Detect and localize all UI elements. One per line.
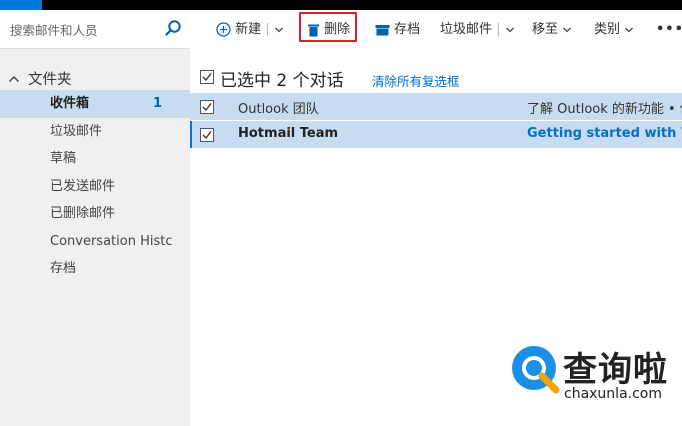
- folder-label: 已删除邮件: [50, 206, 116, 221]
- message-sender: Outlook 团队: [238, 102, 319, 117]
- archive-icon: [375, 24, 390, 35]
- folders-label: 文件夹: [28, 72, 72, 88]
- chevron-down-icon[interactable]: [274, 26, 284, 34]
- separator: |: [496, 22, 501, 37]
- separator: |: [265, 22, 270, 37]
- junk-button[interactable]: 垃圾邮件 |: [440, 20, 515, 40]
- folder-item-conversation-history[interactable]: Conversation Histc: [0, 228, 190, 256]
- sidebar: 搜索邮件和人员 文件夹 收件箱 1 垃圾邮件 草稿 已发送邮件 已删除邮件 Co…: [0, 10, 190, 426]
- folder-item-drafts[interactable]: 草稿: [0, 145, 190, 173]
- chevron-down-icon: [625, 27, 634, 32]
- folder-item-junk[interactable]: 垃圾邮件: [0, 118, 190, 146]
- watermark-brand: 查询啦: [563, 350, 668, 390]
- folder-label: 已发送邮件: [50, 178, 116, 194]
- folder-item-archive[interactable]: 存档: [0, 255, 190, 283]
- message-checkbox[interactable]: [200, 128, 214, 142]
- chevron-down-icon: [563, 27, 572, 32]
- search-box[interactable]: 搜索邮件和人员: [0, 10, 190, 49]
- message-subject: 了解 Outlook 的新功能 • 你: [527, 102, 682, 117]
- folder-label: 收件箱: [50, 96, 90, 111]
- message-checkbox[interactable]: [200, 100, 214, 114]
- folder-label: 草稿: [50, 151, 77, 166]
- move-to-label: 移至: [532, 22, 559, 37]
- folder-item-inbox[interactable]: 收件箱 1: [0, 90, 190, 118]
- folder-list: 收件箱 1 垃圾邮件 草稿 已发送邮件 已删除邮件 Conversation H…: [0, 90, 190, 283]
- new-label: 新建: [235, 22, 262, 37]
- selection-count-text: 已选中 2 个对话: [220, 71, 344, 91]
- delete-highlight-box: [299, 12, 357, 42]
- watermark-logo-icon: [512, 346, 560, 394]
- new-button[interactable]: 新建 |: [216, 20, 284, 40]
- watermark: 查询啦 chaxunla.com: [508, 340, 678, 410]
- folder-label: 垃圾邮件: [50, 123, 103, 139]
- search-input[interactable]: 搜索邮件和人员: [10, 20, 98, 39]
- folder-item-sent[interactable]: 已发送邮件: [0, 173, 190, 201]
- move-to-button[interactable]: 移至: [532, 20, 572, 40]
- search-icon[interactable]: [164, 19, 182, 37]
- top-bar: [0, 0, 682, 10]
- archive-button[interactable]: 存档: [375, 20, 420, 40]
- selection-heading: 已选中 2 个对话: [200, 66, 344, 91]
- toolbar: 新建 | 删除 存档 垃圾邮件 | 移至 类别 •••: [190, 10, 682, 48]
- app-launcher-accent[interactable]: [0, 0, 42, 10]
- clear-checkboxes-link[interactable]: 清除所有复选框: [372, 71, 460, 90]
- folders-header[interactable]: 文件夹: [8, 68, 72, 89]
- message-row[interactable]: Outlook 团队 了解 Outlook 的新功能 • 你: [190, 93, 682, 120]
- folder-item-deleted[interactable]: 已删除邮件: [0, 200, 190, 228]
- more-options-button[interactable]: •••: [656, 20, 682, 40]
- unread-count-badge: 1: [152, 96, 162, 111]
- folder-label: 存档: [50, 261, 77, 276]
- message-row[interactable]: Hotmail Team Getting started with Win: [190, 121, 682, 148]
- watermark-site: chaxunla.com: [564, 386, 662, 402]
- folder-label: Conversation Histc: [50, 233, 173, 249]
- message-sender: Hotmail Team: [238, 126, 339, 141]
- junk-label: 垃圾邮件: [440, 22, 493, 37]
- chevron-down-icon[interactable]: [505, 26, 515, 34]
- select-all-checkbox[interactable]: [200, 70, 214, 84]
- plus-circle-icon: [216, 22, 231, 37]
- category-button[interactable]: 类别: [594, 20, 634, 40]
- message-subject: Getting started with Win: [527, 126, 682, 141]
- chevron-up-icon[interactable]: [8, 72, 20, 88]
- category-label: 类别: [594, 22, 621, 37]
- archive-label: 存档: [394, 22, 421, 37]
